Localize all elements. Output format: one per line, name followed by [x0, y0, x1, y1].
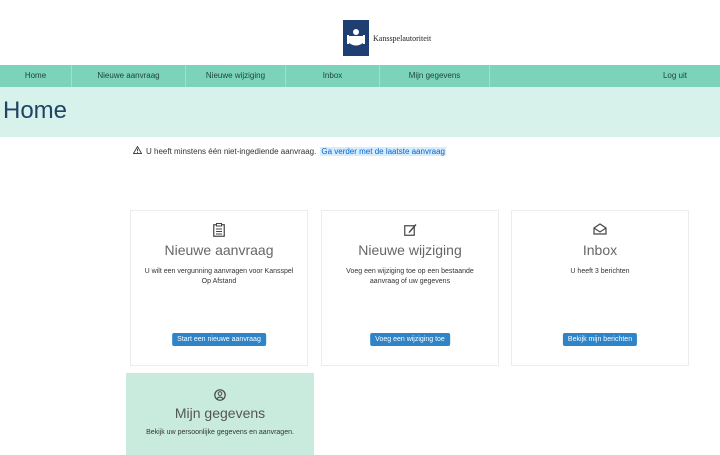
nav-item-inbox[interactable]: Inbox [286, 65, 380, 87]
view-messages-button[interactable]: Bekijk mijn berichten [562, 333, 638, 346]
start-new-application-button[interactable]: Start een nieuwe aanvraag [172, 333, 266, 346]
card-title: Nieuwe wijziging [358, 242, 462, 258]
card-text: U heeft 3 berichten [570, 268, 630, 275]
page-hero: Home [0, 87, 720, 137]
card-title: Nieuwe aanvraag [164, 242, 274, 258]
top-header: Kansspelautoriteit [0, 0, 720, 65]
card-text: U wilt een vergunning aanvragen voor Kan… [144, 268, 294, 285]
card-nieuwe-wijziging: Nieuwe wijziging Voeg een wijziging toe … [321, 210, 499, 366]
logout-link[interactable]: Log uit [630, 65, 720, 87]
nav-item-home[interactable]: Home [0, 65, 72, 87]
user-circle-icon [126, 389, 314, 401]
nav-item-mijn-gegevens[interactable]: Mijn gegevens [380, 65, 490, 87]
nav-item-nieuwe-wijziging[interactable]: Nieuwe wijziging [186, 65, 286, 87]
notice-text: U heeft minstens één niet-ingediende aan… [146, 146, 317, 156]
card-title: Inbox [582, 242, 618, 258]
royal-crest-icon [343, 20, 369, 56]
edit-pencil-icon [322, 223, 498, 237]
card-text: Bekijk uw persoonlijke gegevens en aanvr… [146, 429, 294, 436]
clipboard-list-icon [131, 223, 307, 237]
brand-name: Kansspelautoriteit [373, 33, 432, 43]
card-mijn-gegevens[interactable]: Mijn gegevens Bekijk uw persoonlijke geg… [126, 373, 314, 455]
notice: U heeft minstens één niet-ingediende aan… [132, 145, 446, 156]
card-text: Voeg een wijziging toe op een bestaande … [346, 268, 474, 285]
page-title: Home [3, 97, 68, 124]
add-change-button[interactable]: Voeg een wijziging toe [370, 333, 450, 346]
envelope-icon [512, 223, 688, 237]
logo[interactable]: Kansspelautoriteit [343, 20, 431, 56]
warning-icon [132, 145, 143, 156]
card-inbox: Inbox U heeft 3 berichten Bekijk mijn be… [511, 210, 689, 366]
main-nav: Home Nieuwe aanvraag Nieuwe wijziging In… [0, 65, 720, 87]
card-title: Mijn gegevens [174, 405, 266, 421]
nav-item-nieuwe-aanvraag[interactable]: Nieuwe aanvraag [72, 65, 186, 87]
card-nieuwe-aanvraag: Nieuwe aanvraag U wilt een vergunning aa… [130, 210, 308, 366]
continue-application-link[interactable]: Ga verder met de laatste aanvraag [320, 146, 446, 156]
